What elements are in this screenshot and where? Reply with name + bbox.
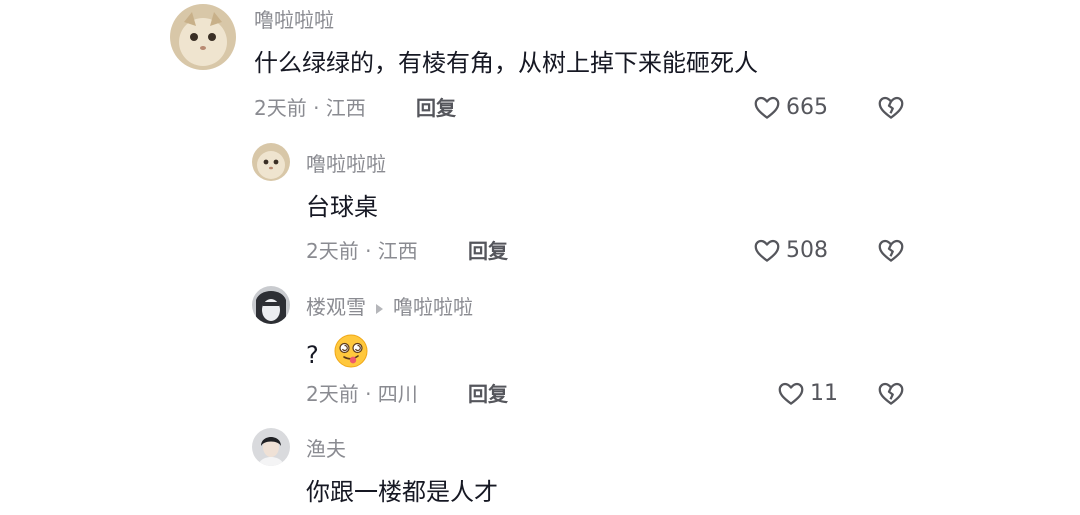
avatar[interactable] (170, 4, 236, 70)
comment-username: 楼观雪 噜啦啦啦 (306, 295, 473, 319)
dislike-button[interactable] (876, 235, 906, 265)
like-count: 11 (810, 380, 838, 406)
dislike-button[interactable] (876, 92, 906, 122)
replied-to-name[interactable]: 噜啦啦啦 (393, 295, 473, 319)
like-button[interactable]: 11 (776, 378, 838, 408)
reply-button[interactable]: 回复 (468, 382, 508, 406)
comment-username[interactable]: 噜啦啦啦 (254, 8, 334, 32)
heart-outline-icon (752, 92, 782, 122)
avatar[interactable] (252, 428, 290, 466)
reply-button[interactable]: 回复 (468, 239, 508, 263)
avatar[interactable] (252, 286, 290, 324)
like-button[interactable]: 508 (752, 235, 828, 265)
comment-text-row: ? (306, 333, 369, 376)
like-count: 665 (786, 94, 828, 120)
comment-time-location: 2天前 · 江西 (254, 96, 366, 120)
dizzy-tongue-face-emoji (333, 333, 369, 376)
comment-time-location: 2天前 · 江西 (306, 239, 418, 263)
like-button[interactable]: 665 (752, 92, 828, 122)
cat-avatar-image (170, 4, 236, 70)
comment-text: 你跟一楼都是人才 (306, 478, 498, 506)
dislike-button[interactable] (876, 378, 906, 408)
comment-text: 什么绿绿的，有棱有角，从树上掉下来能砸死人 (254, 49, 758, 77)
like-count: 508 (786, 237, 828, 263)
commenter-name[interactable]: 楼观雪 (306, 295, 366, 319)
heart-outline-icon (752, 235, 782, 265)
comment-username[interactable]: 噜啦啦啦 (306, 152, 386, 176)
broken-heart-icon (876, 378, 906, 408)
broken-heart-icon (876, 235, 906, 265)
avatar[interactable] (252, 143, 290, 181)
cat-avatar-image (252, 143, 290, 181)
reply-arrow-icon (376, 303, 383, 314)
anime-avatar-image (252, 286, 290, 324)
heart-outline-icon (776, 378, 806, 408)
comment-time-location: 2天前 · 四川 (306, 382, 418, 406)
comment-username[interactable]: 渔夫 (306, 437, 346, 461)
comment-text: 台球桌 (306, 193, 378, 221)
reply-button[interactable]: 回复 (416, 96, 456, 120)
comment-text: ? (306, 340, 319, 369)
person-avatar-image (252, 428, 290, 466)
broken-heart-icon (876, 92, 906, 122)
